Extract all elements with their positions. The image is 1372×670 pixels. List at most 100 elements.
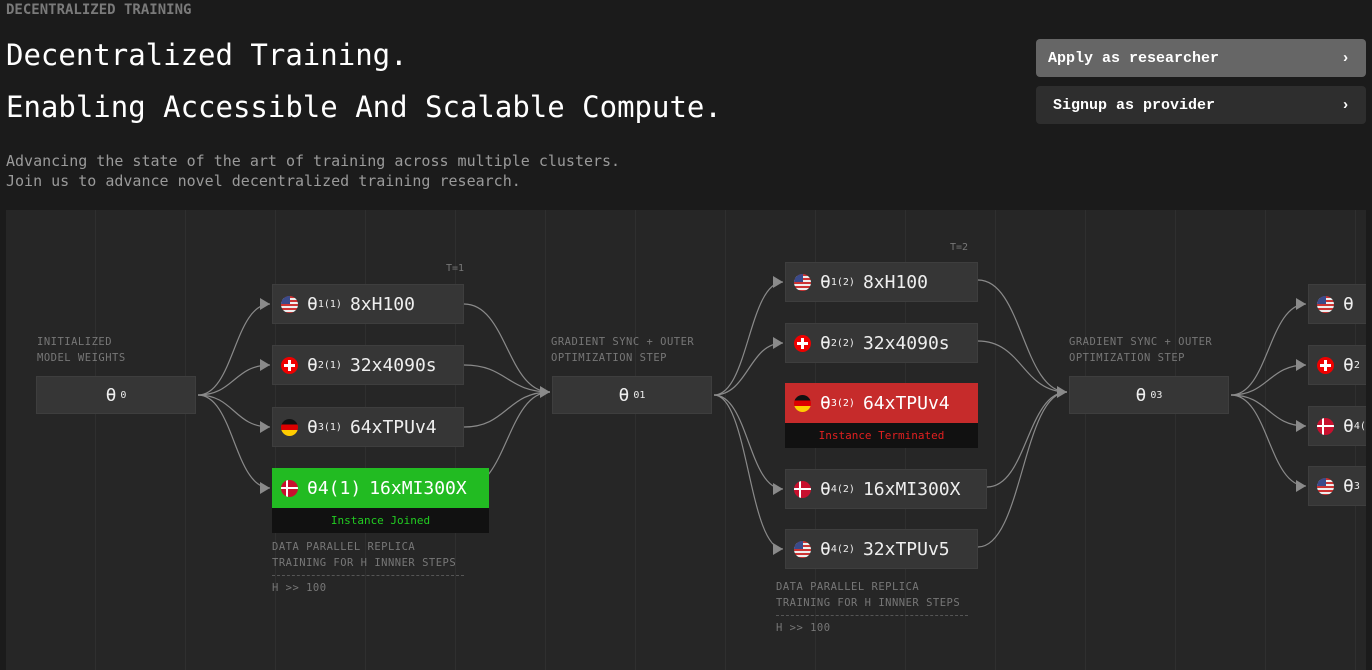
chevron-right-icon: ›: [1340, 49, 1350, 67]
label-line: TRAINING FOR H INNNER STEPS: [776, 597, 961, 609]
connector-line: [713, 394, 784, 550]
theta-superscript: (2): [836, 276, 855, 288]
arrowhead-icon: [260, 298, 270, 310]
arrowhead-icon: [260, 482, 270, 494]
flag-us-icon: [794, 273, 811, 291]
theta-symbol: θ: [1135, 384, 1147, 406]
replica-node[interactable]: θ2: [1308, 345, 1366, 385]
status-text: Instance Joined: [330, 514, 431, 527]
theta-symbol: θ: [1343, 415, 1354, 437]
theta-symbol: θ: [105, 384, 117, 406]
description-line: Advancing the state of the art of traini…: [6, 152, 621, 170]
arrowhead-icon: [1296, 359, 1306, 371]
flag-us-icon: [794, 540, 811, 558]
replica-node[interactable]: θ 2 (2) 32x4090s: [785, 323, 978, 363]
label-line: GRADIENT SYNC + OUTER: [1069, 336, 1213, 348]
replica-hardware: 8xH100: [862, 271, 928, 293]
connector-line: [713, 342, 784, 396]
connector-line: [197, 303, 271, 396]
replica-theta: θ4(1): [307, 477, 362, 499]
theta-symbol: θ: [1343, 293, 1354, 315]
replica-note: DATA PARALLEL REPLICA TRAINING FOR H INNN…: [272, 539, 456, 571]
flag-dk-icon: [1317, 417, 1334, 435]
replica-hardware: 16xMI300X: [369, 477, 467, 499]
sync-node[interactable]: θ 03: [1069, 376, 1229, 414]
theta-symbol: θ: [820, 332, 831, 354]
theta-superscript: (2): [836, 483, 855, 495]
label-line: OPTIMIZATION STEP: [1069, 352, 1185, 364]
replica-node[interactable]: θ 4(: [1308, 406, 1366, 446]
connector-line: [1230, 303, 1307, 396]
inner-steps-value: H >> 100: [776, 622, 831, 634]
theta-superscript: (: [1359, 420, 1366, 432]
replica-node[interactable]: θ 3 (2) 64xTPUv4: [785, 383, 978, 423]
inner-steps-value: H >> 100: [272, 582, 327, 594]
timestep-label: T=1: [446, 263, 465, 274]
arrowhead-icon: [773, 543, 783, 555]
theta-superscript: 01: [633, 389, 646, 401]
flag-us-icon: [1317, 477, 1334, 495]
sync-node[interactable]: θ 01: [552, 376, 712, 414]
note-divider: [776, 615, 968, 616]
flag-us-icon: [281, 295, 298, 313]
replica-node[interactable]: θ 2 (1) 32x4090s: [272, 345, 464, 385]
replica-node[interactable]: θ: [1308, 284, 1366, 324]
theta-superscript: (1): [323, 298, 342, 310]
replica-hardware: 64xTPUv4: [349, 416, 437, 438]
flag-ch-icon: [794, 334, 811, 352]
label-line: GRADIENT SYNC + OUTER: [551, 336, 695, 348]
signup-provider-button[interactable]: Signup as provider ›: [1036, 86, 1366, 124]
replica-node[interactable]: θ 3 (1) 64xTPUv4: [272, 407, 464, 447]
arrowhead-icon: [1296, 298, 1306, 310]
theta-symbol: θ: [618, 384, 630, 406]
replica-hardware: 32x4090s: [862, 332, 950, 354]
replica-hardware: 32xTPUv5: [862, 538, 950, 560]
connector-line: [986, 391, 1068, 488]
button-label: Apply as researcher: [1048, 49, 1220, 67]
label-line: DATA PARALLEL REPLICA: [272, 541, 416, 553]
sync-label: GRADIENT SYNC + OUTER OPTIMIZATION STEP: [551, 334, 694, 366]
theta-symbol: θ: [820, 478, 831, 500]
replica-node[interactable]: θ 1 (2) 8xH100: [785, 262, 978, 302]
connector-line: [197, 394, 271, 489]
connector-line: [713, 281, 784, 396]
theta-superscript: (2): [836, 337, 855, 349]
theta-subscript: 3: [1353, 480, 1360, 492]
replica-note: DATA PARALLEL REPLICA TRAINING FOR H INNN…: [776, 579, 960, 611]
arrowhead-icon: [1296, 420, 1306, 432]
flag-de-icon: [794, 394, 811, 412]
init-weights-node[interactable]: θ0: [36, 376, 196, 414]
theta-symbol: θ: [820, 538, 831, 560]
replica-hardware: 16xMI300X: [862, 478, 961, 500]
training-diagram: INITIALIZED MODEL WEIGHTS θ 0 T=1 θ 1 (1) 8xH100…: [6, 210, 1366, 670]
label-line: TRAINING FOR H INNNER STEPS: [272, 557, 457, 569]
button-label: Signup as provider: [1053, 96, 1216, 114]
page-subtitle-heading: Enabling Accessible And Scalable Compute…: [6, 90, 722, 124]
apply-researcher-button[interactable]: Apply as researcher ›: [1036, 39, 1366, 77]
replica-node[interactable]: θ 4 (2) 32xTPUv5: [785, 529, 978, 569]
replica-node[interactable]: θ4(1) 16xMI300X: [272, 468, 489, 508]
replica-hardware: 32x4090s: [349, 354, 437, 376]
flag-dk-icon: [281, 479, 298, 497]
flag-dk-icon: [794, 480, 811, 498]
connector-line: [197, 364, 271, 396]
arrowhead-icon: [260, 421, 270, 433]
timestep-label: T=2: [950, 242, 969, 253]
connector-line: [713, 394, 784, 490]
replica-node[interactable]: θ 1 (1) 8xH100: [272, 284, 464, 324]
connector-line: [1230, 394, 1307, 427]
theta-superscript: (2): [836, 543, 855, 555]
label-line: MODEL WEIGHTS: [37, 352, 126, 364]
page-description: Advancing the state of the art of traini…: [6, 151, 620, 191]
replica-node[interactable]: θ3: [1308, 466, 1366, 506]
theta-symbol: θ: [307, 354, 318, 376]
arrowhead-icon: [773, 337, 783, 349]
flag-ch-icon: [281, 356, 298, 374]
arrowhead-icon: [260, 359, 270, 371]
theta-symbol: θ: [307, 293, 318, 315]
replica-node[interactable]: θ 4 (2) 16xMI300X: [785, 469, 987, 509]
replica-hardware: 64xTPUv4: [862, 392, 950, 414]
connector-line: [1230, 364, 1307, 396]
replica-status: Instance Terminated: [785, 423, 978, 448]
theta-superscript: (2): [836, 397, 855, 409]
